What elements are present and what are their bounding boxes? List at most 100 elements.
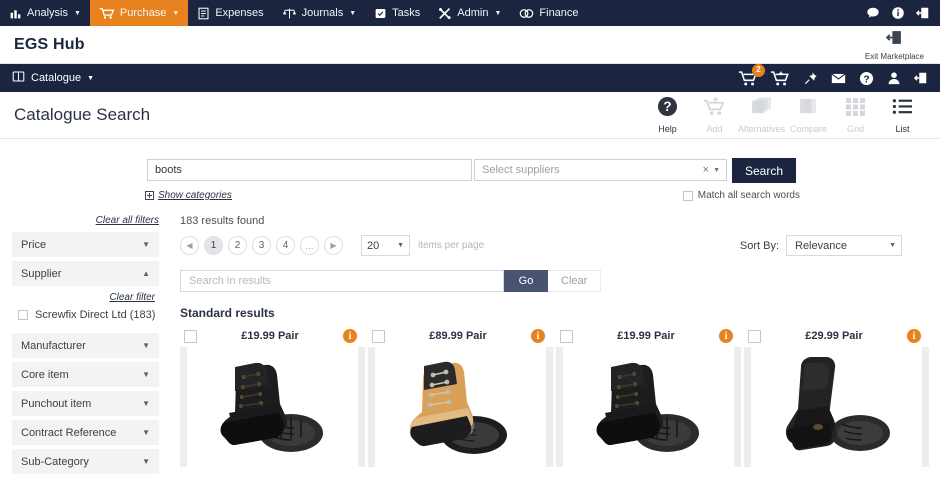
search-in-results-go-button[interactable]: Go <box>504 270 548 292</box>
pagination-page-2[interactable]: 2 <box>228 236 247 255</box>
facet-core-item[interactable]: Core item ▼ <box>12 362 159 387</box>
pagination-page-1[interactable]: 1 <box>204 236 223 255</box>
exit-door-icon <box>885 29 903 51</box>
product-card-header: £19.99 Pair i <box>556 327 741 343</box>
product-info-icon[interactable]: i <box>907 329 921 343</box>
facet-contract-reference[interactable]: Contract Reference ▼ <box>12 420 159 445</box>
search-button[interactable]: Search <box>732 158 797 183</box>
facet-price[interactable]: Price ▼ <box>12 232 159 257</box>
topnav-item-expenses[interactable]: Expenses <box>188 0 272 26</box>
match-all-words-checkbox[interactable]: Match all search words <box>682 190 800 201</box>
toolbar-help-button[interactable]: ? Help <box>644 96 691 134</box>
chevron-down-icon: ▼ <box>397 242 404 249</box>
clear-filter-link[interactable]: Clear filter <box>12 292 159 303</box>
supplier-select[interactable]: Select suppliers × ▼ <box>474 159 727 181</box>
cart-add-icon[interactable] <box>770 70 790 87</box>
search-in-results-clear-link[interactable]: Clear <box>548 270 602 292</box>
catalogue-menu[interactable]: Catalogue ▼ <box>12 70 94 86</box>
info-circle-icon[interactable] <box>891 6 905 20</box>
logout-icon[interactable] <box>916 6 930 20</box>
shopping-cart-icon <box>99 7 115 20</box>
standard-results-heading: Standard results <box>180 306 275 320</box>
top-nav-right-icons <box>866 0 940 26</box>
facet-label: Sub-Category <box>21 455 89 468</box>
topnav-item-analysis[interactable]: Analysis ▼ <box>0 0 90 26</box>
facet-punchout-item[interactable]: Punchout item ▼ <box>12 391 159 416</box>
sort-by-select[interactable]: Relevance ▼ <box>786 235 902 256</box>
exit-marketplace-button[interactable]: Exit Marketplace <box>865 29 926 61</box>
product-card-body <box>368 347 553 467</box>
topnav-item-finance[interactable]: Finance <box>510 0 587 26</box>
product-card[interactable]: £19.99 Pair i <box>180 327 368 467</box>
sort-by-value: Relevance <box>795 239 847 252</box>
toolbar-item-label: Alternatives <box>737 124 786 134</box>
items-per-page-select[interactable]: 20 ▼ <box>361 235 410 256</box>
product-info-icon[interactable]: i <box>343 329 357 343</box>
book-icon <box>12 70 25 86</box>
top-nav-items: Analysis ▼ Purchase ▼ Expenses Journals ▼ Tasks… <box>0 0 588 26</box>
chevron-down-icon: ▼ <box>87 74 95 82</box>
facet-supplier[interactable]: Supplier ▲ <box>12 261 159 286</box>
product-select-checkbox[interactable] <box>184 329 197 343</box>
toolbar-item-label: Compare <box>789 124 827 134</box>
product-card[interactable]: £29.99 Pair i <box>744 327 932 467</box>
help-circle-icon[interactable]: ? <box>859 71 874 86</box>
facet-manufacturer[interactable]: Manufacturer ▼ <box>12 333 159 358</box>
pagination-next[interactable]: ▶ <box>324 236 343 255</box>
tools-icon <box>438 7 452 20</box>
pin-icon[interactable] <box>804 71 818 85</box>
sort-by-group: Sort By: Relevance ▼ <box>740 235 932 256</box>
chat-bubble-icon[interactable] <box>866 6 880 20</box>
product-info-icon[interactable]: i <box>719 329 733 343</box>
product-image[interactable] <box>187 347 358 467</box>
product-select-checkbox[interactable] <box>560 329 573 343</box>
facet-sub-category[interactable]: Sub-Category ▼ <box>12 449 159 474</box>
product-card-header: £19.99 Pair i <box>180 327 365 343</box>
product-card[interactable]: £19.99 Pair i <box>556 327 744 467</box>
receipt-icon <box>197 7 210 20</box>
logout-icon[interactable] <box>914 71 928 85</box>
search-in-results-input[interactable] <box>180 270 504 292</box>
topnav-item-admin[interactable]: Admin ▼ <box>429 0 510 26</box>
product-card[interactable]: £89.99 Pair i <box>368 327 556 467</box>
chevron-down-icon: ▼ <box>142 370 150 379</box>
clear-all-filters-link[interactable]: Clear all filters <box>12 215 159 226</box>
product-select-checkbox[interactable] <box>748 329 761 343</box>
pagination-page-4[interactable]: 4 <box>276 236 295 255</box>
mail-icon[interactable] <box>831 72 846 85</box>
chevron-down-icon: ▼ <box>349 9 357 17</box>
pagination-page-3[interactable]: 3 <box>252 236 271 255</box>
product-image[interactable] <box>375 347 546 467</box>
product-card-header: £29.99 Pair i <box>744 327 929 343</box>
product-image[interactable] <box>563 347 734 467</box>
topnav-item-label: Analysis <box>27 7 68 19</box>
search-input[interactable] <box>147 159 472 181</box>
topnav-item-label: Finance <box>539 7 579 19</box>
pagination-prev[interactable]: ◀ <box>180 236 199 255</box>
cart-icon[interactable]: 2 <box>738 63 765 87</box>
product-info-icon[interactable]: i <box>531 329 545 343</box>
topnav-item-tasks[interactable]: Tasks <box>365 0 429 26</box>
chevron-down-icon: ▼ <box>73 9 81 17</box>
chevron-down-icon: ▼ <box>889 242 896 249</box>
brand-bar: EGS Hub Exit Marketplace <box>0 26 940 64</box>
card-rail-left <box>556 347 563 467</box>
product-price: £19.99 Pair <box>617 330 675 342</box>
toolbar-item-label: Add <box>706 124 723 134</box>
facet-label: Punchout item <box>21 397 92 410</box>
show-categories-toggle[interactable]: Show categories <box>145 190 232 201</box>
user-icon[interactable] <box>887 71 901 85</box>
facet-label: Core item <box>21 368 69 381</box>
product-select-checkbox[interactable] <box>372 329 385 343</box>
topnav-item-journals[interactable]: Journals ▼ <box>273 0 366 26</box>
scales-icon <box>282 7 297 20</box>
chart-bar-icon <box>9 7 22 20</box>
topnav-item-purchase[interactable]: Purchase ▼ <box>89 0 189 26</box>
toolbar-list-button[interactable]: List <box>879 96 926 134</box>
supplier-clear-icon[interactable]: × <box>703 164 709 176</box>
product-image[interactable] <box>751 347 922 467</box>
search-in-results-row: Go Clear <box>180 270 932 292</box>
card-rail-right <box>734 347 741 467</box>
facet-option[interactable]: Screwfix Direct Ltd (183) <box>12 309 159 321</box>
toolbar-item-label: Help <box>658 124 677 134</box>
